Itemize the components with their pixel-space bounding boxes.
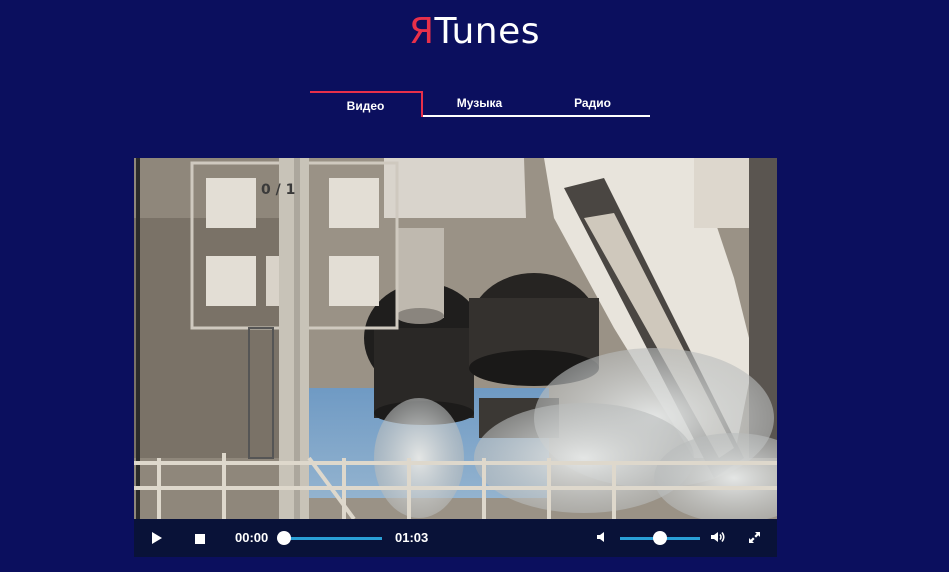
video-overlay-text: 0 / 1 <box>261 182 295 198</box>
video-frame[interactable]: 0 / 1 <box>134 158 777 519</box>
volume-high-icon <box>711 532 725 542</box>
current-time: 00:00 <box>235 530 269 545</box>
player-controls: 00:00 01:03 <box>134 519 777 557</box>
tab-music[interactable]: Музыка <box>423 91 536 115</box>
stop-button[interactable] <box>194 532 206 544</box>
video-frame-image: 0 / 1 <box>134 158 777 519</box>
fullscreen-button[interactable] <box>748 531 761 544</box>
app-root: ЯTunes Видео Музыка Радио 0 / 1 00:00 01… <box>0 0 949 572</box>
tab-radio[interactable]: Радио <box>536 91 649 115</box>
fullscreen-icon <box>749 532 760 543</box>
logo-text: Tunes <box>434 11 541 52</box>
logo-accent: Я <box>408 11 435 52</box>
total-time: 01:03 <box>395 530 429 545</box>
volume-low-icon <box>597 532 604 542</box>
stop-icon <box>195 534 205 544</box>
volume-up-button[interactable] <box>710 529 726 545</box>
seek-bar[interactable] <box>277 531 382 545</box>
media-tabs: Видео Музыка Радио <box>310 91 650 117</box>
video-player: 0 / 1 00:00 01:03 <box>134 158 777 557</box>
app-logo: ЯTunes <box>0 10 949 54</box>
seek-handle[interactable] <box>277 531 291 545</box>
volume-handle[interactable] <box>653 531 667 545</box>
volume-slider[interactable] <box>620 531 700 545</box>
tab-video[interactable]: Видео <box>310 91 423 117</box>
play-icon <box>152 532 162 544</box>
volume-down-button[interactable] <box>596 530 608 544</box>
play-button[interactable] <box>150 531 164 545</box>
